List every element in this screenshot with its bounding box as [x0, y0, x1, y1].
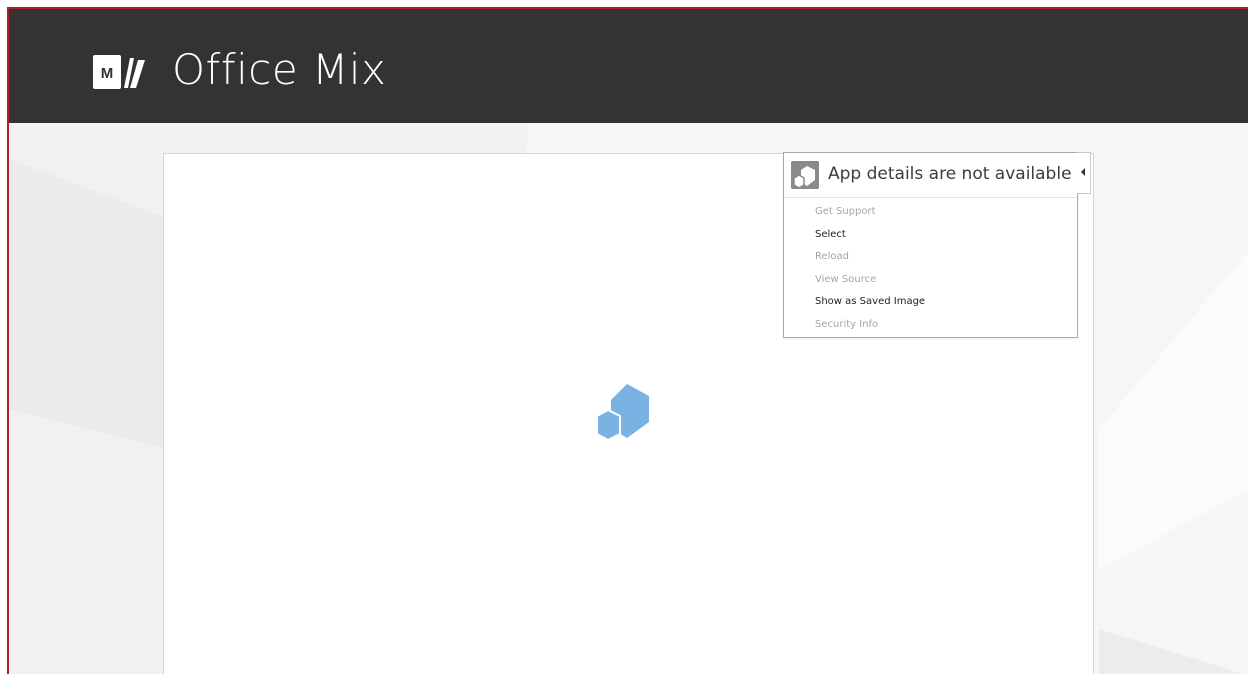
app-title: Office Mix	[172, 45, 387, 94]
dropdown-title: App details are not available	[828, 164, 1072, 184]
menu-item-select[interactable]: Select	[784, 224, 1077, 247]
app-cube-icon	[791, 161, 819, 189]
collapse-panel-button[interactable]	[1077, 152, 1091, 194]
dropdown-menu: Get Support Select Reload View Source Sh…	[784, 198, 1077, 336]
app-options-dropdown: App details are not available Get Suppor…	[783, 152, 1078, 338]
office-mix-window: M Office Mix App details are not availab…	[7, 7, 1248, 674]
menu-item-view-source[interactable]: View Source	[784, 269, 1077, 292]
app-cubes-icon	[597, 384, 649, 442]
office-mix-logo-icon: M	[93, 55, 145, 89]
triangle-left-icon	[1081, 168, 1085, 176]
menu-item-get-support[interactable]: Get Support	[784, 201, 1077, 224]
dropdown-header: App details are not available	[784, 153, 1077, 198]
menu-item-security-info[interactable]: Security Info	[784, 314, 1077, 337]
logo-letter: M	[101, 65, 114, 82]
menu-item-show-as-saved-image[interactable]: Show as Saved Image	[784, 291, 1077, 314]
menu-item-reload[interactable]: Reload	[784, 246, 1077, 269]
top-header-bar: M Office Mix	[9, 9, 1248, 123]
